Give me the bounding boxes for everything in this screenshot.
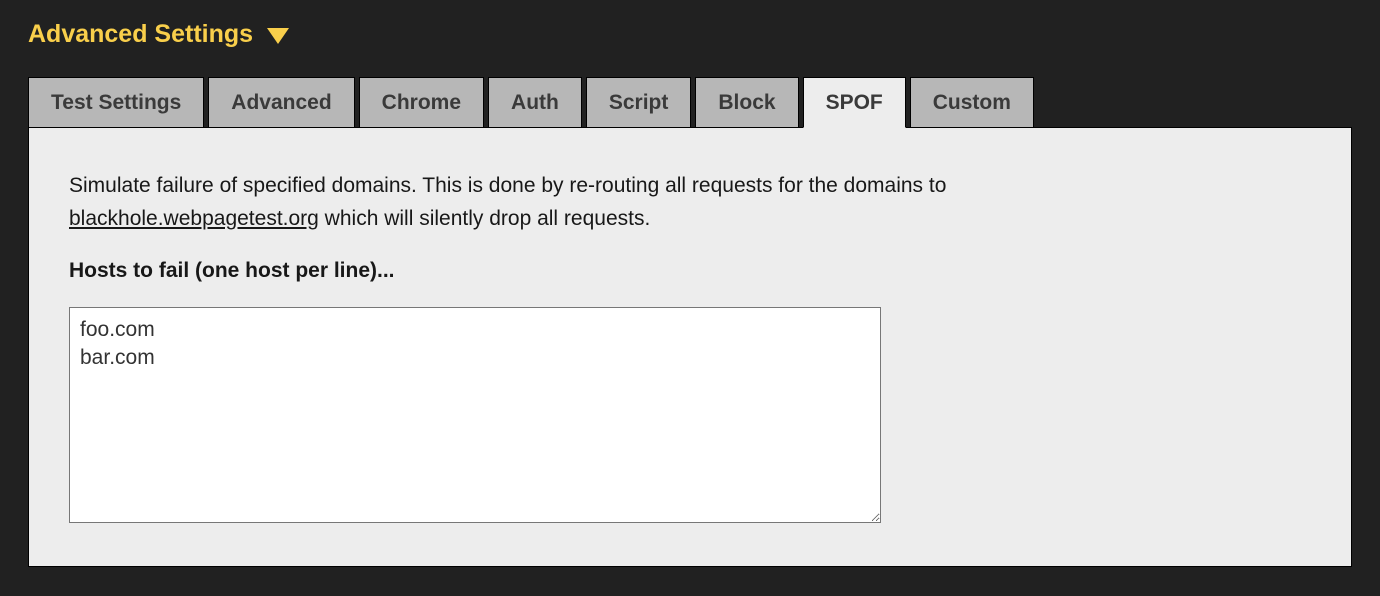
spof-description-pre: Simulate failure of specified domains. T… xyxy=(69,174,946,197)
tabs-bar: Test Settings Advanced Chrome Auth Scrip… xyxy=(28,77,1352,128)
tab-custom[interactable]: Custom xyxy=(910,77,1034,128)
tab-panel-spof: Simulate failure of specified domains. T… xyxy=(28,127,1352,567)
tab-chrome[interactable]: Chrome xyxy=(359,77,484,128)
hosts-to-fail-input[interactable] xyxy=(69,307,881,523)
tab-block[interactable]: Block xyxy=(695,77,798,128)
panel-title: Advanced Settings xyxy=(28,20,253,49)
tab-spof[interactable]: SPOF xyxy=(803,77,906,128)
tab-test-settings[interactable]: Test Settings xyxy=(28,77,204,128)
advanced-settings-toggle[interactable]: Advanced Settings xyxy=(28,20,1352,49)
spof-description: Simulate failure of specified domains. T… xyxy=(69,170,1099,235)
chevron-down-icon xyxy=(267,28,289,44)
tab-auth[interactable]: Auth xyxy=(488,77,582,128)
spof-description-post: which will silently drop all requests. xyxy=(319,207,650,230)
blackhole-link[interactable]: blackhole.webpagetest.org xyxy=(69,207,319,230)
hosts-to-fail-label: Hosts to fail (one host per line)... xyxy=(69,259,1311,283)
tab-script[interactable]: Script xyxy=(586,77,692,128)
tab-advanced[interactable]: Advanced xyxy=(208,77,354,128)
